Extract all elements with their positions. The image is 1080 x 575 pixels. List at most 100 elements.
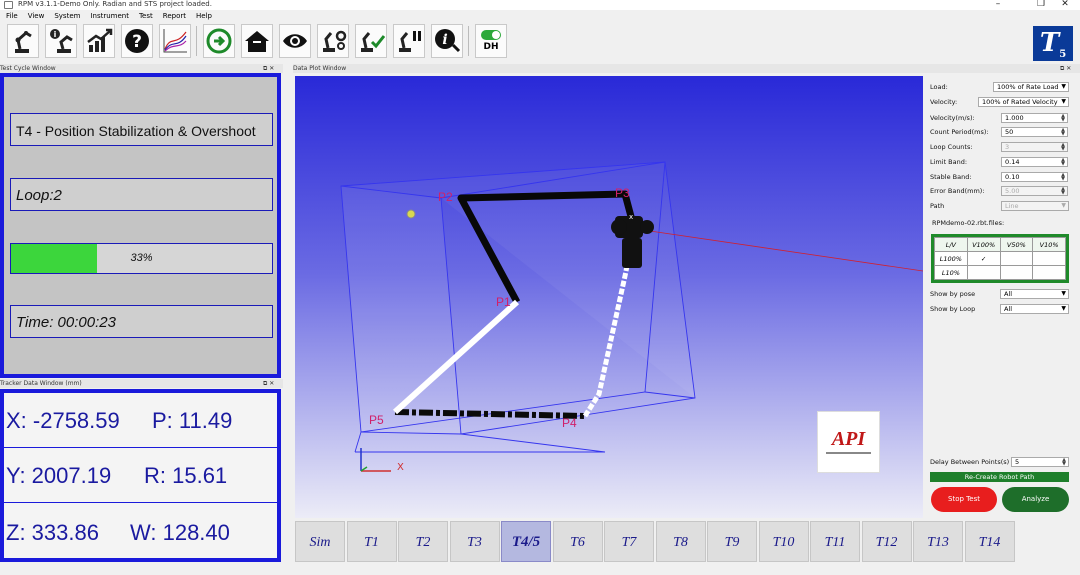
menu-test[interactable]: Test xyxy=(139,11,153,22)
menu-file[interactable]: File xyxy=(6,11,18,22)
robot-arm-button[interactable] xyxy=(7,24,39,58)
help-button[interactable]: ? xyxy=(121,24,153,58)
show-loop-label: Show by Loop xyxy=(930,305,976,313)
spin-arrows-icon[interactable]: ▲ ▼ xyxy=(1060,158,1066,167)
panel-float-icon[interactable]: ⧉ ✕ xyxy=(1060,64,1071,73)
show-loop-select[interactable]: All ▼ xyxy=(1000,304,1069,314)
menu-report[interactable]: Report xyxy=(163,11,186,22)
recreate-robot-path-button[interactable]: Re-Create Robot Path xyxy=(930,472,1069,482)
tab-t14[interactable]: T14 xyxy=(964,521,1015,562)
panel-title-text: Test Cycle Window xyxy=(0,65,56,72)
table-header-cell[interactable]: V100% xyxy=(966,237,1001,252)
chevron-down-icon: ▼ xyxy=(1061,305,1066,312)
robot-check-button[interactable] xyxy=(355,24,387,58)
tracker-row: X: -2758.59 P: 11.49 xyxy=(4,393,277,448)
table-row-header[interactable]: L100% xyxy=(934,251,968,266)
analyze-button[interactable]: Analyze xyxy=(1002,487,1069,512)
menu-help[interactable]: Help xyxy=(196,11,212,22)
table-row-header[interactable]: L10% xyxy=(934,265,968,280)
path-select: Line ▼ xyxy=(1001,201,1069,211)
tracker-data-panel: X: -2758.59 P: 11.49 Y: 2007.19 R: 15.61… xyxy=(0,389,281,562)
spin-arrows-icon[interactable]: ▲ ▼ xyxy=(1061,458,1067,467)
stop-test-button[interactable]: Stop Test xyxy=(931,487,997,512)
trend-chart-button[interactable] xyxy=(83,24,115,58)
robot-settings-icon xyxy=(323,30,347,52)
tab-t4-5[interactable]: T4/5 xyxy=(501,521,551,562)
delay-label: Delay Between Points(s) xyxy=(930,458,1010,466)
show-pose-select[interactable]: All ▼ xyxy=(1000,289,1069,299)
api-logo: API xyxy=(817,411,880,473)
tracker-row: Y: 2007.19 R: 15.61 xyxy=(4,448,277,503)
show-pose-label: Show by pose xyxy=(930,290,976,298)
table-cell[interactable] xyxy=(999,251,1034,266)
robot-pause-icon xyxy=(399,31,421,52)
spin-arrows-icon[interactable]: ▲ ▼ xyxy=(1060,173,1066,182)
api-logo-text: API xyxy=(831,428,866,450)
menu-view[interactable]: View xyxy=(28,11,45,22)
menu-instrument[interactable]: Instrument xyxy=(90,11,129,22)
stable-band-spinbox[interactable]: 0.10 ▲ ▼ xyxy=(1001,172,1068,182)
count-period-spinbox[interactable]: 50 ▲ ▼ xyxy=(1001,127,1068,137)
path-value: Line xyxy=(1005,202,1019,210)
tab-t1[interactable]: T1 xyxy=(346,521,397,562)
robot-settings-button[interactable] xyxy=(317,24,349,58)
field-value: 0.14 xyxy=(1005,158,1020,166)
tab-t3[interactable]: T3 xyxy=(449,521,500,562)
close-button[interactable]: ✕ xyxy=(1050,0,1080,10)
delay-spinbox[interactable]: 5 ▲ ▼ xyxy=(1011,457,1069,467)
table-header-cell[interactable]: V10% xyxy=(1032,237,1066,252)
table-header-cell[interactable]: V50% xyxy=(999,237,1034,252)
view-button[interactable] xyxy=(279,24,311,58)
velocity-ms-spinbox[interactable]: 1.000 ▲ ▼ xyxy=(1001,113,1068,123)
panel-float-icon[interactable]: ⧉ ✕ xyxy=(263,379,274,388)
test-cycle-panel: T4 - Position Stabilization & Overshoot … xyxy=(0,73,281,378)
graph-button[interactable] xyxy=(159,24,191,58)
tab-t11[interactable]: T11 xyxy=(810,521,860,562)
tracker-panel-title: Tracker Data Window (mm) ⧉ ✕ xyxy=(0,379,283,388)
tab-t9[interactable]: T9 xyxy=(707,521,757,562)
home-button[interactable] xyxy=(241,24,273,58)
files-label: RPMdemo-02.rbt.files: xyxy=(932,219,1005,227)
minimize-button[interactable]: – xyxy=(983,0,1013,10)
test-cycle-panel-title: Test Cycle Window ⧉ ✕ xyxy=(0,64,283,73)
tab-t12[interactable]: T12 xyxy=(861,521,912,562)
field-value: 3 xyxy=(1005,143,1010,151)
velocity-select[interactable]: 100% of Rated Velocity ▼ xyxy=(978,97,1069,107)
load-select[interactable]: 100% of Rate Load ▼ xyxy=(993,82,1069,92)
dh-toggle-button[interactable]: DH xyxy=(475,24,507,58)
panel-title-text: Data Plot Window xyxy=(293,65,347,72)
progress-label: 33% xyxy=(130,252,153,264)
tab-t8[interactable]: T8 xyxy=(655,521,706,562)
chevron-down-icon: ▼ xyxy=(1061,290,1066,297)
panel-float-icon[interactable]: ⧉ ✕ xyxy=(263,64,274,73)
tab-t10[interactable]: T10 xyxy=(758,521,809,562)
loop-text: Loop:2 xyxy=(16,187,62,204)
menu-system[interactable]: System xyxy=(54,11,80,22)
tracker-marker xyxy=(406,209,416,219)
loop-counts-spinbox: 3 ▲ ▼ xyxy=(1001,142,1068,152)
table-cell[interactable]: ✓ xyxy=(966,251,1001,266)
data-plot-canvas[interactable]: x P2 P3 P1 P5 P4 X API xyxy=(295,76,923,518)
tab-t7[interactable]: T7 xyxy=(604,521,654,562)
tab-sim[interactable]: Sim xyxy=(295,521,345,562)
table-cell[interactable] xyxy=(999,265,1034,280)
connect-power-button[interactable] xyxy=(203,24,235,58)
table-cell[interactable] xyxy=(966,265,1001,280)
menu-bar: File View System Instrument Test Report Help xyxy=(0,11,900,22)
info-button[interactable]: i xyxy=(431,24,463,58)
tab-t6[interactable]: T6 xyxy=(552,521,603,562)
robot-pause-button[interactable] xyxy=(393,24,425,58)
api-logo-tagline xyxy=(826,452,871,454)
table-cell[interactable] xyxy=(1032,265,1066,280)
table-cell[interactable] xyxy=(1032,251,1066,266)
tab-t2[interactable]: T2 xyxy=(398,521,448,562)
graph-icon xyxy=(163,29,187,53)
limit-band-spinbox[interactable]: 0.14 ▲ ▼ xyxy=(1001,157,1068,167)
spin-arrows-icon[interactable]: ▲ ▼ xyxy=(1060,114,1066,123)
tab-t13[interactable]: T13 xyxy=(913,521,963,562)
eye-icon xyxy=(283,34,307,48)
robot-info-button[interactable]: i xyxy=(45,24,77,58)
svg-text:?: ? xyxy=(132,32,142,52)
spin-arrows-icon[interactable]: ▲ ▼ xyxy=(1060,128,1066,137)
point-label-p5: P5 xyxy=(369,413,384,427)
